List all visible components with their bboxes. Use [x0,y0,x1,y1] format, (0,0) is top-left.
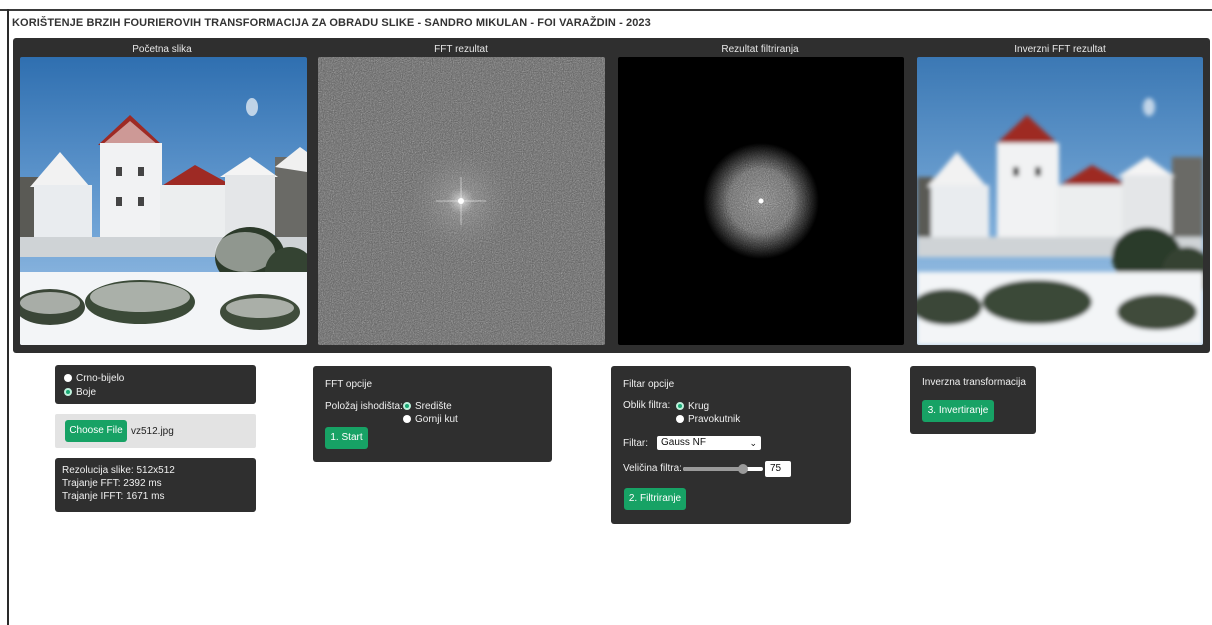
original-image [20,57,307,345]
resolution-text: Rezolucija slike: 512x512 [62,465,175,476]
radio-option-srediste[interactable]: Središte [403,401,452,412]
radio-label-gornji-kut: Gornji kut [415,414,458,425]
fft-time-text: Trajanje FFT: 2392 ms [62,478,162,489]
filter-options-box: Filtar opcije Oblik filtra: Krug Pravoku… [611,366,851,524]
radio-gornji-kut[interactable] [403,415,411,423]
inverse-heading: Inverzna transformacija [922,377,1026,388]
start-button[interactable]: 1. Start [325,427,368,449]
radio-label-krug: Krug [688,401,710,412]
inverse-transform-box: Inverzna transformacija 3. Invertiranje [910,366,1036,434]
radio-option-crno-bijelo[interactable]: Crno-bijelo [64,373,124,384]
filter-size-label: Veličina filtra: [623,463,682,474]
filter-type-label: Filtar: [623,438,648,449]
slider-fill [683,467,743,471]
slider-thumb[interactable] [738,464,748,474]
info-box: Rezolucija slike: 512x512 Trajanje FFT: … [55,458,256,512]
color-mode-box: Crno-bijelo Boje [55,365,256,404]
radio-label-boje: Boje [76,387,97,398]
page-title: KORIŠTENJE BRZIH FOURIEROVIH TRANSFORMAC… [12,17,651,29]
filter-options-heading: Filtar opcije [623,379,675,390]
filter-result-title: Rezultat filtriranja [721,44,799,55]
fft-result-panel: FFT rezultat [312,38,610,353]
fft-result-image [318,57,605,345]
filter-result-panel: Rezultat filtriranja [611,38,909,353]
file-name: vz512.jpg [131,426,174,437]
filter-size-input[interactable]: 75 [765,461,791,477]
radio-option-pravokutnik[interactable]: Pravokutnik [676,414,740,425]
radio-srediste[interactable] [403,402,411,410]
inverse-result-title: Inverzni FFT rezultat [1014,44,1106,55]
radio-option-krug[interactable]: Krug [676,401,709,412]
origin-label: Položaj ishodišta: [325,401,403,412]
radio-crno-bijelo[interactable] [64,374,72,382]
radio-option-gornji-kut[interactable]: Gornji kut [403,414,458,425]
choose-file-button[interactable]: Choose File [65,420,127,442]
file-input[interactable]: Choose File vz512.jpg [55,414,256,448]
radio-label-crno-bijelo: Crno-bijelo [76,373,125,384]
ifft-time-text: Trajanje IFFT: 1671 ms [62,491,165,502]
original-image-title: Početna slika [132,44,192,55]
radio-pravokutnik[interactable] [676,415,684,423]
image-panels: Početna slika FFT rezultat Rezultat filt… [13,38,1210,353]
fft-options-box: FFT opcije Položaj ishodišta: Središte G… [313,366,552,462]
inverse-result-panel: Inverzni FFT rezultat [910,38,1210,353]
inverse-result-image [917,57,1203,345]
radio-boje[interactable] [64,388,72,396]
left-border [7,9,9,625]
radio-label-srediste: Središte [415,401,452,412]
filter-shape-label: Oblik filtra: [623,400,671,411]
filter-type-select[interactable]: Gauss NF ⌄ [657,436,761,450]
filter-result-image [618,57,904,345]
radio-label-pravokutnik: Pravokutnik [688,414,741,425]
filter-type-value: Gauss NF [661,437,707,448]
original-image-panel: Početna slika [13,38,311,353]
radio-krug[interactable] [676,402,684,410]
chevron-down-icon: ⌄ [749,438,757,448]
invert-button[interactable]: 3. Invertiranje [922,400,994,422]
top-border [0,9,1212,11]
filter-button[interactable]: 2. Filtriranje [624,488,686,510]
radio-option-boje[interactable]: Boje [64,387,96,398]
fft-result-title: FFT rezultat [434,44,488,55]
fft-options-heading: FFT opcije [325,379,373,390]
